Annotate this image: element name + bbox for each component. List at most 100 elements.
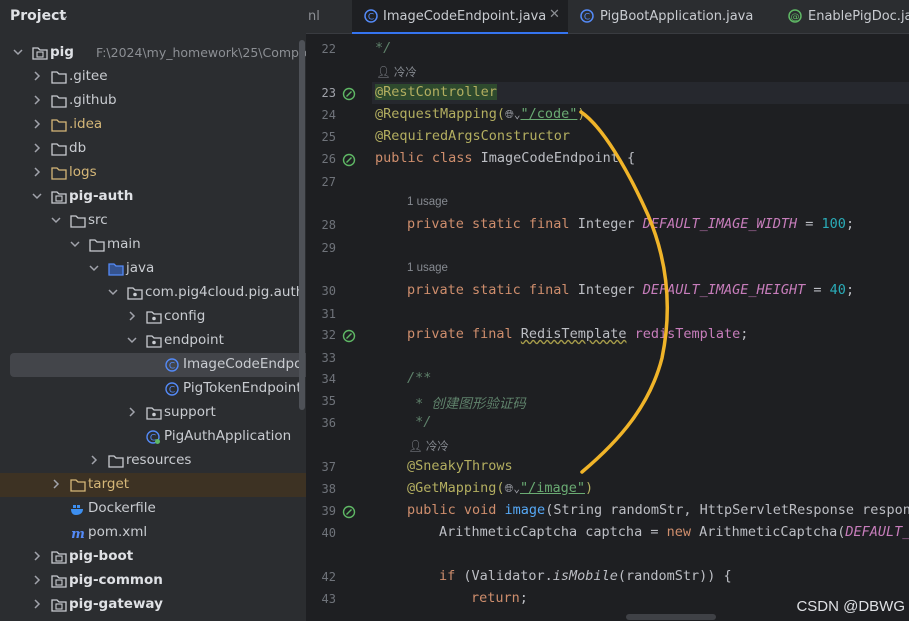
code-line-28[interactable]: private static final Integer DEFAULT_IMA… <box>407 216 854 232</box>
line-number[interactable]: 39 <box>322 504 336 518</box>
tree-item-pom-xml[interactable]: m pom.xml <box>0 521 306 545</box>
code-line-22[interactable]: */ <box>375 40 391 56</box>
line-number[interactable]: 38 <box>322 482 336 496</box>
code-line-32[interactable]: private final RedisTemplate redisTemplat… <box>407 326 748 342</box>
line-number[interactable]: 31 <box>322 307 336 321</box>
chevron-right-icon[interactable] <box>31 94 43 106</box>
code-line-40[interactable]: ArithmeticCaptcha captcha = new Arithmet… <box>439 524 909 540</box>
project-title[interactable]: Project <box>10 8 66 24</box>
usage-hint[interactable]: 1 usage <box>407 196 448 208</box>
chevron-down-icon[interactable] <box>69 238 81 250</box>
tab-partial[interactable]: nl <box>306 0 346 33</box>
tree-item-logs[interactable]: logs <box>0 161 306 185</box>
code-line-43[interactable]: return; <box>471 590 528 606</box>
globe-icon[interactable]: 🌐︎⌄ <box>505 482 520 495</box>
code-line-24[interactable]: @RequestMapping(🌐︎⌄"/code") <box>375 106 586 122</box>
usage-hint[interactable]: 1 usage <box>407 262 448 274</box>
chevron-down-icon[interactable] <box>107 286 119 298</box>
tree-item-dockerfile[interactable]: Dockerfile <box>0 497 306 521</box>
project-scrollbar[interactable] <box>299 40 305 410</box>
tree-item-pig-boot[interactable]: pig-boot <box>0 545 306 569</box>
chevron-down-icon[interactable] <box>88 262 100 274</box>
tree-item-pigauthapplication[interactable]: C PigAuthApplication <box>0 425 306 449</box>
tree-item-github[interactable]: .github <box>0 89 306 113</box>
tab-enable-pig-doc[interactable]: @ EnablePigDoc.jav <box>784 0 909 33</box>
tree-item-pig-auth[interactable]: pig-auth <box>0 185 306 209</box>
tree-item-imagecodeendpoint[interactable]: C ImageCodeEndpoint <box>10 353 306 377</box>
tree-item-idea[interactable]: .idea <box>0 113 306 137</box>
chevron-right-icon[interactable] <box>126 310 138 322</box>
chevron-right-icon[interactable] <box>31 70 43 82</box>
line-number[interactable]: 43 <box>322 592 336 606</box>
editor-horizontal-scrollbar[interactable] <box>626 614 716 620</box>
tree-item-gitee[interactable]: .gitee <box>0 65 306 89</box>
chevron-right-icon[interactable] <box>88 454 100 466</box>
line-number[interactable]: 37 <box>322 460 336 474</box>
project-header[interactable]: Project ⌄ <box>0 0 306 34</box>
code-line-39[interactable]: public void image(String randomStr, Http… <box>407 502 909 518</box>
chevron-right-icon[interactable] <box>31 166 43 178</box>
spring-bean-icon[interactable] <box>342 87 356 101</box>
line-number[interactable]: 34 <box>322 372 336 386</box>
code-line-36[interactable]: */ <box>407 414 431 430</box>
tree-item-pigtokenendpoint[interactable]: C PigTokenEndpoint <box>0 377 306 401</box>
line-number[interactable]: 22 <box>322 42 336 56</box>
navigate-bean-icon[interactable] <box>342 329 356 343</box>
chevron-down-icon[interactable] <box>12 46 24 58</box>
line-number[interactable]: 28 <box>322 218 336 232</box>
chevron-right-icon[interactable] <box>126 406 138 418</box>
tree-item-db[interactable]: db <box>0 137 306 161</box>
chevron-down-icon[interactable] <box>126 334 138 346</box>
spring-bean-icon[interactable] <box>342 153 356 167</box>
tree-item-support[interactable]: support <box>0 401 306 425</box>
code-line-30[interactable]: private static final Integer DEFAULT_IMA… <box>407 282 854 298</box>
tree-item-config[interactable]: config <box>0 305 306 329</box>
tab-pig-boot-application[interactable]: C PigBootApplication.java <box>576 0 776 33</box>
tree-item-resources[interactable]: resources <box>0 449 306 473</box>
line-number[interactable]: 24 <box>322 108 336 122</box>
code-line-38[interactable]: @GetMapping(🌐︎⌄"/image") <box>407 480 593 496</box>
code-line-42[interactable]: if (Validator.isMobile(randomStr)) { <box>439 568 732 584</box>
chevron-right-icon[interactable] <box>31 598 43 610</box>
close-icon[interactable]: ✕ <box>549 7 560 22</box>
editor-gutter[interactable]: 22 23 24 25 26 27 28 29 30 31 32 33 34 35 36 37 38 39 40 42… <box>306 34 372 621</box>
line-number[interactable]: 27 <box>322 175 336 189</box>
line-number[interactable]: 26 <box>322 152 336 166</box>
line-number[interactable]: 33 <box>322 351 336 365</box>
code-line-25[interactable]: @RequiredArgsConstructor <box>375 128 570 144</box>
code-line-23[interactable]: @RestController <box>375 84 497 100</box>
chevron-down-icon[interactable]: ⌄ <box>60 9 69 22</box>
chevron-right-icon[interactable] <box>31 142 43 154</box>
author-hint[interactable]: 👤︎ 冷冷 <box>408 438 449 454</box>
tree-item-java[interactable]: java <box>0 257 306 281</box>
tree-item-target[interactable]: target <box>0 473 306 497</box>
chevron-right-icon[interactable] <box>31 118 43 130</box>
chevron-right-icon[interactable] <box>31 574 43 586</box>
code-line-37[interactable]: @SneakyThrows <box>407 458 513 474</box>
tree-item-pig-gateway[interactable]: pig-gateway <box>0 593 306 617</box>
code-line-34[interactable]: /** <box>407 370 431 386</box>
tree-item-endpoint[interactable]: endpoint <box>0 329 306 353</box>
tree-item-com-pig4cloud-pig-auth[interactable]: com.pig4cloud.pig.auth <box>0 281 306 305</box>
line-number[interactable]: 30 <box>322 284 336 298</box>
line-number[interactable]: 35 <box>322 394 336 408</box>
line-number[interactable]: 40 <box>322 526 336 540</box>
chevron-right-icon[interactable] <box>50 478 62 490</box>
web-endpoint-icon[interactable] <box>342 505 356 519</box>
code-line-26[interactable]: public class ImageCodeEndpoint { <box>375 150 635 166</box>
globe-icon[interactable]: 🌐︎⌄ <box>505 108 520 121</box>
line-number[interactable]: 42 <box>322 570 336 584</box>
tree-item-main[interactable]: main <box>0 233 306 257</box>
tree-item-src[interactable]: src <box>0 209 306 233</box>
tree-item-pig-common[interactable]: pig-common <box>0 569 306 593</box>
line-number[interactable]: 32 <box>322 328 336 342</box>
chevron-right-icon[interactable] <box>31 550 43 562</box>
chevron-down-icon[interactable] <box>31 190 43 202</box>
line-number[interactable]: 29 <box>322 241 336 255</box>
line-number[interactable]: 23 <box>322 86 336 100</box>
line-number[interactable]: 36 <box>322 416 336 430</box>
chevron-down-icon[interactable] <box>50 214 62 226</box>
code-line-35[interactable]: * 创建图形验证码 <box>407 392 526 412</box>
line-number[interactable]: 25 <box>322 130 336 144</box>
author-hint[interactable]: 👤︎ 冷冷 <box>376 64 417 80</box>
